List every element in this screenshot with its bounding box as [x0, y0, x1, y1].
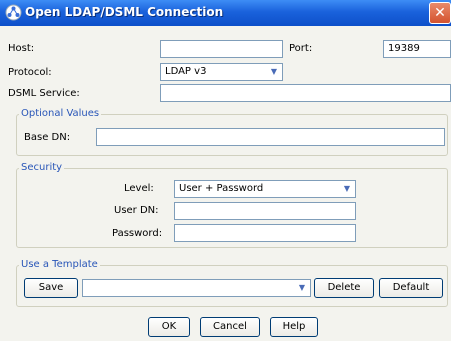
delete-template-button[interactable]: Delete: [314, 278, 374, 298]
dsml-service-label: DSML Service:: [8, 88, 80, 99]
close-icon: ✕: [434, 5, 446, 21]
template-title: Use a Template: [19, 259, 100, 270]
base-dn-label: Base DN:: [24, 132, 71, 143]
security-level-label: Level:: [124, 183, 154, 194]
ldap-connection-icon: [5, 4, 22, 21]
user-dn-label: User DN:: [114, 205, 159, 216]
dsml-service-input[interactable]: [160, 84, 451, 102]
default-template-button[interactable]: Default: [379, 278, 443, 298]
chevron-down-icon[interactable]: ▼: [340, 182, 354, 196]
security-level-select[interactable]: User + Password ▼: [174, 180, 356, 198]
template-select[interactable]: ▼: [82, 279, 311, 297]
chevron-down-icon[interactable]: ▼: [295, 281, 309, 295]
close-button[interactable]: ✕: [429, 2, 451, 24]
base-dn-input[interactable]: [96, 128, 445, 146]
optional-values-title: Optional Values: [19, 108, 102, 119]
protocol-label: Protocol:: [8, 67, 52, 78]
security-level-value: User + Password: [179, 183, 264, 194]
password-label: Password:: [112, 228, 163, 239]
save-template-button[interactable]: Save: [24, 278, 78, 298]
protocol-select[interactable]: LDAP v3 ▼: [160, 63, 283, 81]
password-input[interactable]: [174, 224, 356, 242]
security-title: Security: [19, 162, 65, 173]
host-label: Host:: [8, 43, 35, 54]
host-input[interactable]: [160, 40, 283, 58]
user-dn-input[interactable]: [174, 202, 356, 220]
port-label: Port:: [289, 43, 313, 54]
window-title: Open LDAP/DSML Connection: [25, 5, 224, 19]
cancel-button[interactable]: Cancel: [200, 317, 260, 337]
help-button[interactable]: Help: [270, 317, 318, 337]
protocol-value: LDAP v3: [165, 66, 207, 77]
port-input[interactable]: 19389: [383, 40, 451, 58]
ok-button[interactable]: OK: [148, 317, 190, 337]
chevron-down-icon[interactable]: ▼: [267, 65, 281, 79]
